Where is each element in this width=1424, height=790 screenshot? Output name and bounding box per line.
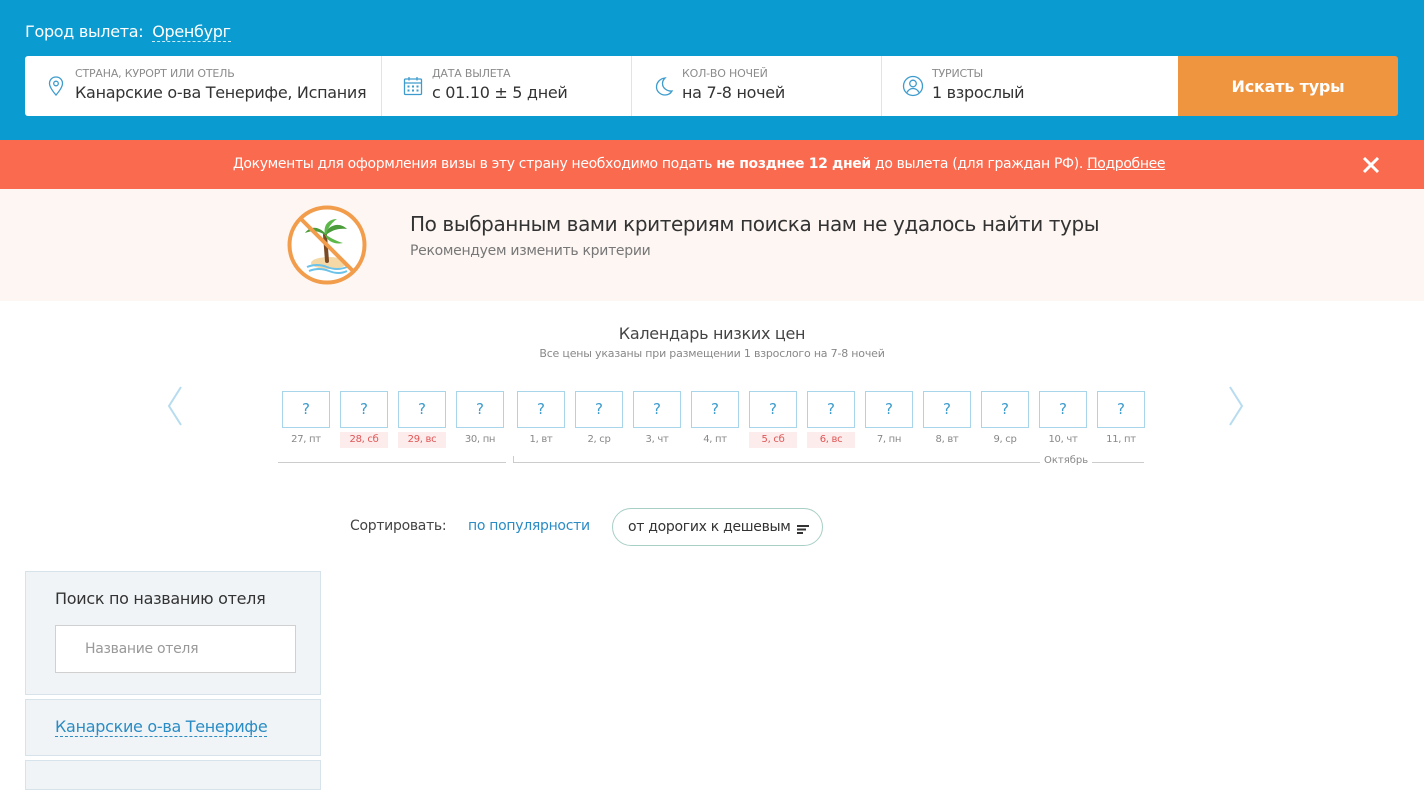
hotel-name-input[interactable]: [55, 625, 296, 673]
calendar-day[interactable]: ? 4, пт: [691, 391, 739, 448]
calendar-day-label: 5, сб: [749, 432, 797, 448]
departure-city-row: Город вылета: Оренбург: [25, 22, 231, 42]
sort-by-price-button[interactable]: от дорогих к дешевым: [612, 508, 823, 546]
search-bar: Страна, курорт или отель Канарские о-ва …: [25, 56, 1178, 116]
calendar-day-price: ?: [456, 391, 504, 428]
calendar-day-price: ?: [691, 391, 739, 428]
close-icon[interactable]: [1360, 154, 1382, 176]
sort-label: Сортировать:: [350, 518, 447, 534]
calendar-day-label: 7, пн: [876, 434, 902, 445]
destination-field[interactable]: Страна, курорт или отель Канарские о-ва …: [25, 56, 382, 116]
calendar-day[interactable]: ? 1, вт: [517, 391, 565, 448]
visa-alert-banner: Документы для оформления визы в эту стра…: [0, 140, 1424, 189]
visa-alert-message: Документы для оформления визы в эту стра…: [0, 156, 1398, 172]
calendar-day-label: 4, пт: [703, 434, 727, 445]
calendar-day-price: ?: [865, 391, 913, 428]
hotel-search-panel: Поиск по названию отеля: [25, 571, 321, 695]
alert-text-after: до вылета (для граждан РФ).: [870, 156, 1088, 172]
moon-icon: [655, 77, 674, 96]
search-tours-button[interactable]: Искать туры: [1178, 56, 1398, 116]
user-icon: [902, 75, 924, 97]
calendar-day[interactable]: ? 10, чт: [1039, 391, 1087, 448]
no-results-block: По выбранным вами критериям поиска нам н…: [0, 189, 1424, 301]
no-results-title: По выбранным вами критериям поиска нам н…: [410, 212, 1100, 236]
calendar-day-price: ?: [807, 391, 855, 428]
calendar-day-price: ?: [981, 391, 1029, 428]
alert-text-before: Документы для оформления визы в эту стра…: [232, 156, 717, 172]
filter-panel: [25, 760, 321, 790]
hotel-search-title: Поиск по названию отеля: [55, 589, 266, 608]
calendar-day-price: ?: [517, 391, 565, 428]
calendar-subtitle: Все цены указаны при размещении 1 взросл…: [539, 347, 885, 360]
nights-label: Кол-во ночей: [682, 67, 768, 80]
nights-field[interactable]: Кол-во ночей на 7-8 ночей: [632, 56, 882, 116]
destination-value: Канарские о-ва Тенерифе, Испания: [75, 83, 367, 102]
calendar-icon: [403, 77, 423, 96]
month-label: Октябрь: [1040, 455, 1093, 466]
calendar-day[interactable]: ? 8, вт: [923, 391, 971, 448]
calendar-day-price: ?: [282, 391, 330, 428]
departure-city-link[interactable]: Оренбург: [152, 22, 231, 42]
departure-date-field[interactable]: Дата вылета с 01.10 ± 5 дней: [382, 56, 632, 116]
month-divider-line: [278, 462, 506, 463]
sort-by-popularity-link[interactable]: по популярности: [468, 518, 590, 534]
calendar-day-price: ?: [923, 391, 971, 428]
calendar-day[interactable]: ? 7, пн: [865, 391, 913, 448]
calendar-day[interactable]: ? 29, вс: [398, 391, 446, 448]
calendar-day-label: 2, ср: [587, 434, 611, 445]
region-filter-link[interactable]: Канарские о-ва Тенерифе: [55, 717, 268, 737]
calendar-day-label: 3, чт: [645, 434, 669, 445]
month-divider-tick: [513, 456, 514, 463]
calendar-day-label: 11, пт: [1106, 434, 1136, 445]
calendar-day-label: 10, чт: [1048, 434, 1078, 445]
calendar-day-price: ?: [1039, 391, 1087, 428]
calendar-title: Календарь низких цен: [618, 324, 806, 343]
departure-date-label: Дата вылета: [432, 67, 511, 80]
sort-by-price-label: от дорогих к дешевым: [628, 519, 791, 535]
calendar-day-price: ?: [575, 391, 623, 428]
departure-city-label: Город вылета:: [25, 22, 144, 41]
no-palm-island-icon: [287, 205, 367, 285]
alert-text-bold: не позднее 12 дней: [716, 156, 871, 172]
calendar-day[interactable]: ? 6, вс: [807, 391, 855, 448]
calendar-day[interactable]: ? 27, пт: [282, 391, 330, 448]
calendar-day[interactable]: ? 30, пн: [456, 391, 504, 448]
departure-date-value: с 01.10 ± 5 дней: [432, 83, 568, 102]
calendar-day-price: ?: [1097, 391, 1145, 428]
calendar-day-label: 9, ср: [993, 434, 1017, 445]
calendar-day[interactable]: ? 28, сб: [340, 391, 388, 448]
search-header: Город вылета: Оренбург Страна, курорт ил…: [0, 0, 1424, 140]
destination-label: Страна, курорт или отель: [75, 67, 235, 80]
calendar-day[interactable]: ? 9, ср: [981, 391, 1029, 448]
location-pin-icon: [48, 76, 64, 96]
price-calendar: ? 27, пт? 28, сб? 29, вс? 30, пн? 1, вт? 2, ср…: [0, 391, 1424, 451]
tourists-value: 1 взрослый: [932, 83, 1025, 102]
calendar-day-label: 8, вт: [935, 434, 959, 445]
calendar-day-label: 6, вс: [807, 432, 855, 448]
calendar-day-label: 1, вт: [529, 434, 553, 445]
no-results-subtitle: Рекомендуем изменить критерии: [410, 243, 651, 259]
calendar-day-label: 28, сб: [340, 432, 388, 448]
calendar-day-label: 30, пн: [464, 434, 496, 445]
calendar-day-price: ?: [340, 391, 388, 428]
calendar-day[interactable]: ? 2, ср: [575, 391, 623, 448]
alert-more-link[interactable]: Подробнее: [1087, 156, 1165, 172]
tourists-label: Туристы: [932, 67, 983, 80]
calendar-day-price: ?: [398, 391, 446, 428]
calendar-day-label: 29, вс: [398, 432, 446, 448]
calendar-day-price: ?: [633, 391, 681, 428]
calendar-day-label: 27, пт: [291, 434, 321, 445]
tourists-field[interactable]: Туристы 1 взрослый: [882, 56, 1178, 116]
calendar-day-price: ?: [749, 391, 797, 428]
sort-desc-icon: [797, 525, 809, 534]
calendar-day[interactable]: ? 11, пт: [1097, 391, 1145, 448]
nights-value: на 7-8 ночей: [682, 83, 785, 102]
calendar-day[interactable]: ? 5, сб: [749, 391, 797, 448]
calendar-day[interactable]: ? 3, чт: [633, 391, 681, 448]
region-filter-panel: Канарские о-ва Тенерифе: [25, 699, 321, 756]
